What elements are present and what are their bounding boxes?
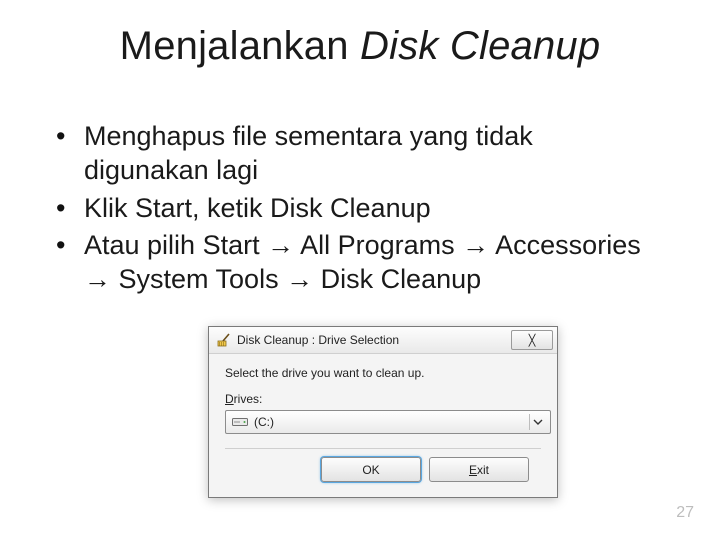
drive-select[interactable]: (C:) [225,410,551,434]
exit-button-label: Exit [469,463,489,477]
broom-icon [217,333,231,347]
page-number: 27 [676,504,694,522]
dialog-title: Disk Cleanup : Drive Selection [237,333,505,347]
dialog-titlebar[interactable]: Disk Cleanup : Drive Selection ╳ [209,327,557,354]
disk-cleanup-dialog: Disk Cleanup : Drive Selection ╳ Select … [208,326,558,498]
close-button[interactable]: ╳ [511,330,553,350]
exit-button[interactable]: Exit [429,457,529,482]
drives-label: Drives: [225,392,541,406]
title-italic: Disk Cleanup [360,24,600,68]
slide-title: Menjalankan Disk Cleanup [0,24,720,69]
ok-button[interactable]: OK [321,457,421,482]
slide-body: Menghapus file sementara yang tidak digu… [56,120,656,301]
bullet-item: Klik Start, ketik Disk Cleanup [56,192,656,226]
close-icon: ╳ [529,334,536,347]
dialog-instruction: Select the drive you want to clean up. [225,366,541,380]
bullet-item: Atau pilih Start → All Programs → Access… [56,229,656,297]
ok-button-label: OK [362,463,379,477]
bullet-item: Menghapus file sementara yang tidak digu… [56,120,656,188]
title-regular: Menjalankan [120,24,360,68]
chevron-down-icon [529,414,546,430]
drive-icon [232,416,248,428]
drive-select-value: (C:) [254,415,523,429]
